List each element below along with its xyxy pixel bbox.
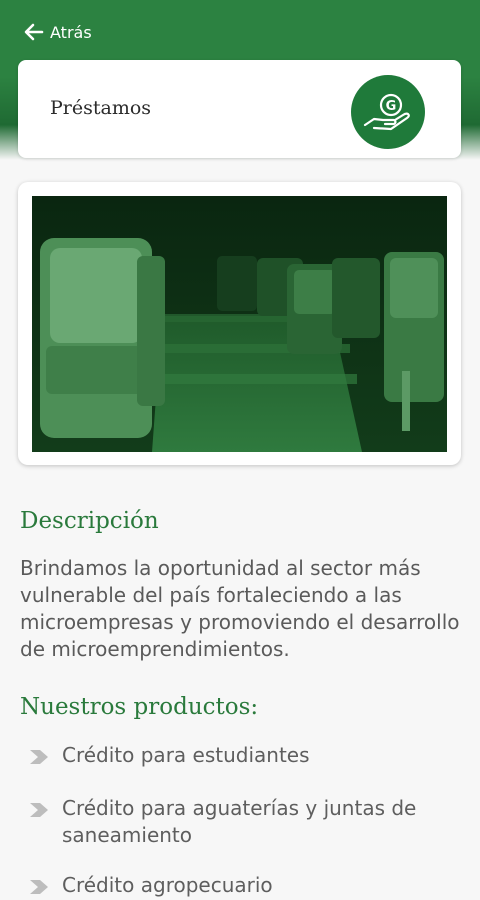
list-item[interactable]: Crédito para aguaterías y juntas de sane… — [28, 795, 468, 849]
back-button[interactable]: Atrás — [24, 18, 92, 46]
header-card: Préstamos G — [18, 60, 461, 158]
chevron-right-icon — [30, 750, 48, 764]
arrow-left-icon — [24, 23, 44, 41]
product-label: Crédito para aguaterías y juntas de sane… — [62, 796, 417, 847]
list-item[interactable]: Crédito para estudiantes — [28, 742, 468, 769]
image-card — [18, 182, 461, 465]
chevron-right-icon — [30, 880, 48, 894]
coin-letter: G — [386, 99, 397, 114]
products-heading: Nuestros productos: — [20, 694, 259, 720]
hand-holding-coin-icon: G — [351, 75, 425, 149]
page-title: Préstamos — [50, 97, 152, 119]
product-label: Crédito para estudiantes — [62, 743, 310, 767]
back-label: Atrás — [50, 22, 92, 42]
chevron-right-icon — [30, 803, 48, 817]
product-label: Crédito agropecuario — [62, 873, 273, 897]
cinema-seats-photo — [32, 196, 447, 452]
description-heading: Descripción — [20, 508, 159, 534]
description-text: Brindamos la oportunidad al sector más v… — [20, 556, 460, 661]
list-item[interactable]: Crédito agropecuario — [28, 872, 468, 899]
